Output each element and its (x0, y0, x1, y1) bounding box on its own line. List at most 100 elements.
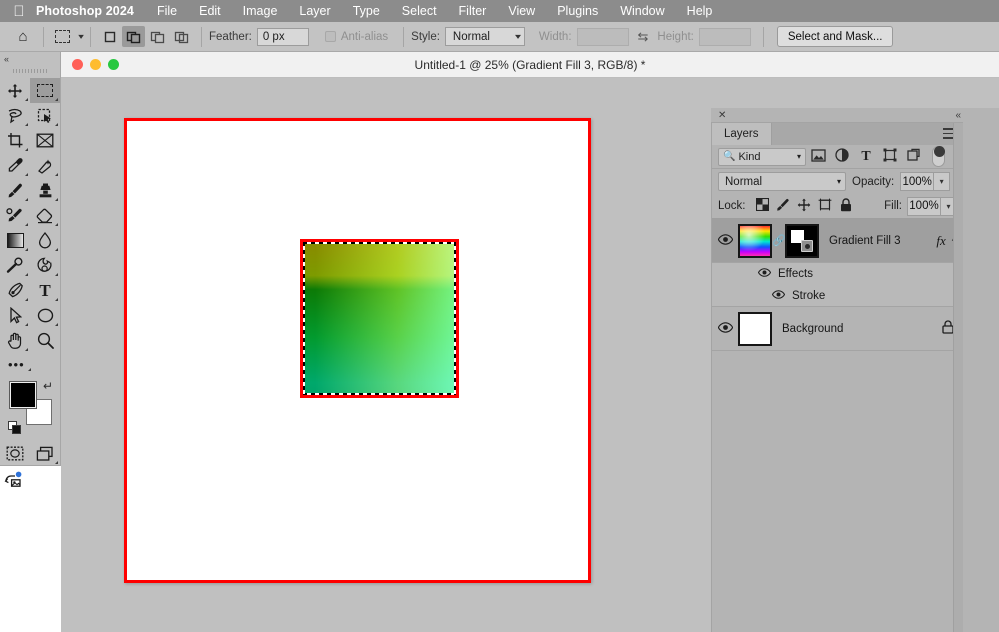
feather-input[interactable]: 0 px (256, 27, 309, 46)
menu-item-file[interactable]: File (157, 4, 177, 18)
tool-grid: T ••• ↵ (0, 76, 60, 491)
move-tool[interactable] (0, 78, 30, 103)
menu-item-image[interactable]: Image (243, 4, 278, 18)
list-item[interactable]: Stroke (712, 285, 963, 307)
home-icon[interactable]: ⌂ (10, 28, 36, 45)
more-tools-button[interactable]: ••• (0, 353, 60, 375)
pen-tool[interactable] (0, 278, 30, 303)
table-row[interactable]: 🔗 Gradient Fill 3 fx ^ (712, 219, 963, 263)
panel-scrollbar[interactable] (953, 123, 963, 632)
intersect-selection-button[interactable] (170, 26, 193, 47)
hand-tool[interactable] (0, 328, 30, 353)
burn-tool[interactable] (30, 253, 60, 278)
zoom-tool[interactable] (30, 328, 60, 353)
add-to-selection-button[interactable] (122, 26, 146, 47)
pixel-layer-filter-icon[interactable] (806, 148, 830, 165)
menu-item-select[interactable]: Select (402, 4, 437, 18)
apple-logo-icon[interactable]:  (8, 4, 30, 19)
menu-item-plugins[interactable]: Plugins (557, 4, 598, 18)
menu-item-edit[interactable]: Edit (199, 4, 221, 18)
document-canvas[interactable] (124, 118, 591, 583)
style-select[interactable]: Normal ▾ (444, 27, 525, 46)
divider (90, 26, 92, 47)
object-selection-tool[interactable] (30, 103, 60, 128)
type-layer-filter-icon[interactable]: T (854, 148, 878, 165)
menu-item-window[interactable]: Window (620, 4, 664, 18)
frame-tool[interactable] (30, 128, 60, 153)
fx-icon[interactable]: fx (936, 233, 951, 249)
menu-item-filter[interactable]: Filter (459, 4, 487, 18)
eraser-tool[interactable] (30, 203, 60, 228)
menu-item-help[interactable]: Help (687, 4, 713, 18)
lock-position-icon[interactable] (794, 198, 815, 215)
new-selection-button[interactable] (98, 26, 121, 47)
list-item[interactable]: Effects (712, 263, 963, 285)
fill-input[interactable]: 100% (907, 196, 941, 216)
brush-tool[interactable] (0, 178, 30, 203)
lock-all-icon[interactable] (836, 197, 857, 215)
layer-mask-thumbnail[interactable] (785, 223, 819, 258)
subtract-from-selection-button[interactable] (146, 26, 169, 47)
eye-icon[interactable] (771, 289, 786, 302)
tab-layers[interactable]: Layers (712, 123, 772, 145)
smart-object-filter-icon[interactable] (902, 148, 926, 165)
double-chevron-right-icon[interactable]: « (955, 110, 993, 121)
eye-icon[interactable] (712, 321, 738, 336)
select-and-mask-button[interactable]: Select and Mask... (776, 26, 894, 47)
screen-mode-button[interactable] (30, 441, 60, 466)
drag-grip-icon[interactable] (0, 65, 60, 76)
table-row[interactable]: Background (712, 307, 963, 351)
blur-tool[interactable] (30, 228, 60, 253)
layer-name[interactable]: Background (772, 323, 942, 335)
blend-mode-select[interactable]: Normal ▾ (718, 172, 846, 191)
rectangular-marquee-icon[interactable] (51, 26, 74, 47)
menu-item-view[interactable]: View (508, 4, 535, 18)
right-dock: ✕ « Layers 🔍 Kind ▾ T Normal ▾ Opacity: … (711, 108, 999, 632)
chevron-down-icon[interactable]: ▾ (78, 32, 84, 41)
anti-alias-checkbox[interactable] (324, 31, 336, 42)
eye-icon[interactable] (757, 268, 772, 280)
lock-artboard-nesting-icon[interactable] (815, 198, 836, 214)
lock-transparent-pixels-icon[interactable] (752, 197, 773, 214)
lasso-tool[interactable] (0, 103, 30, 128)
foreground-color-swatch[interactable] (10, 382, 36, 408)
opacity-stepper[interactable]: ▾ (934, 172, 951, 191)
spot-healing-brush-tool[interactable] (30, 153, 60, 178)
crop-tool[interactable] (0, 128, 30, 153)
close-icon[interactable]: ✕ (718, 110, 726, 121)
lock-image-pixels-icon[interactable] (773, 198, 794, 215)
collapse-toolbar-button[interactable]: « (0, 52, 60, 65)
gradient-tool[interactable] (0, 228, 30, 253)
shape-layer-filter-icon[interactable] (878, 148, 902, 165)
layer-filter-row: 🔍 Kind ▾ T (712, 145, 963, 169)
dodge-tool[interactable] (0, 253, 30, 278)
eye-icon[interactable] (712, 233, 738, 248)
app-name-label: Photoshop 2024 (36, 4, 134, 18)
quick-mask-button[interactable] (0, 441, 30, 466)
layer-name[interactable]: Gradient Fill 3 (819, 235, 936, 247)
opacity-input[interactable]: 100% (900, 172, 935, 191)
share-image-button[interactable] (0, 466, 30, 491)
width-input[interactable] (576, 27, 629, 46)
photoshop-window:  Photoshop 2024 File Edit Image Layer T… (0, 0, 999, 632)
path-selection-tool[interactable] (0, 303, 30, 328)
filter-toggle-switch[interactable] (932, 146, 945, 167)
type-tool[interactable]: T (30, 278, 60, 303)
height-input[interactable] (698, 27, 751, 46)
white-background-thumbnail[interactable] (738, 311, 772, 346)
eyedropper-tool[interactable] (0, 153, 30, 178)
gradient-fill-object[interactable] (300, 239, 459, 398)
history-brush-tool[interactable] (0, 203, 30, 228)
clone-stamp-tool[interactable] (30, 178, 60, 203)
filter-kind-select[interactable]: 🔍 Kind ▾ (718, 147, 806, 166)
swap-arrows-icon[interactable]: ⇆ (638, 29, 649, 45)
swap-colors-icon[interactable]: ↵ (43, 379, 53, 393)
rectangular-marquee-tool[interactable] (30, 78, 60, 103)
default-colors-icon[interactable] (8, 421, 22, 435)
ellipse-tool[interactable] (30, 303, 60, 328)
gradient-fill-thumbnail[interactable] (738, 223, 772, 258)
menu-item-layer[interactable]: Layer (299, 4, 330, 18)
adjustment-layer-filter-icon[interactable] (830, 148, 854, 165)
link-mask-icon[interactable]: 🔗 (772, 234, 786, 247)
menu-item-type[interactable]: Type (353, 4, 380, 18)
